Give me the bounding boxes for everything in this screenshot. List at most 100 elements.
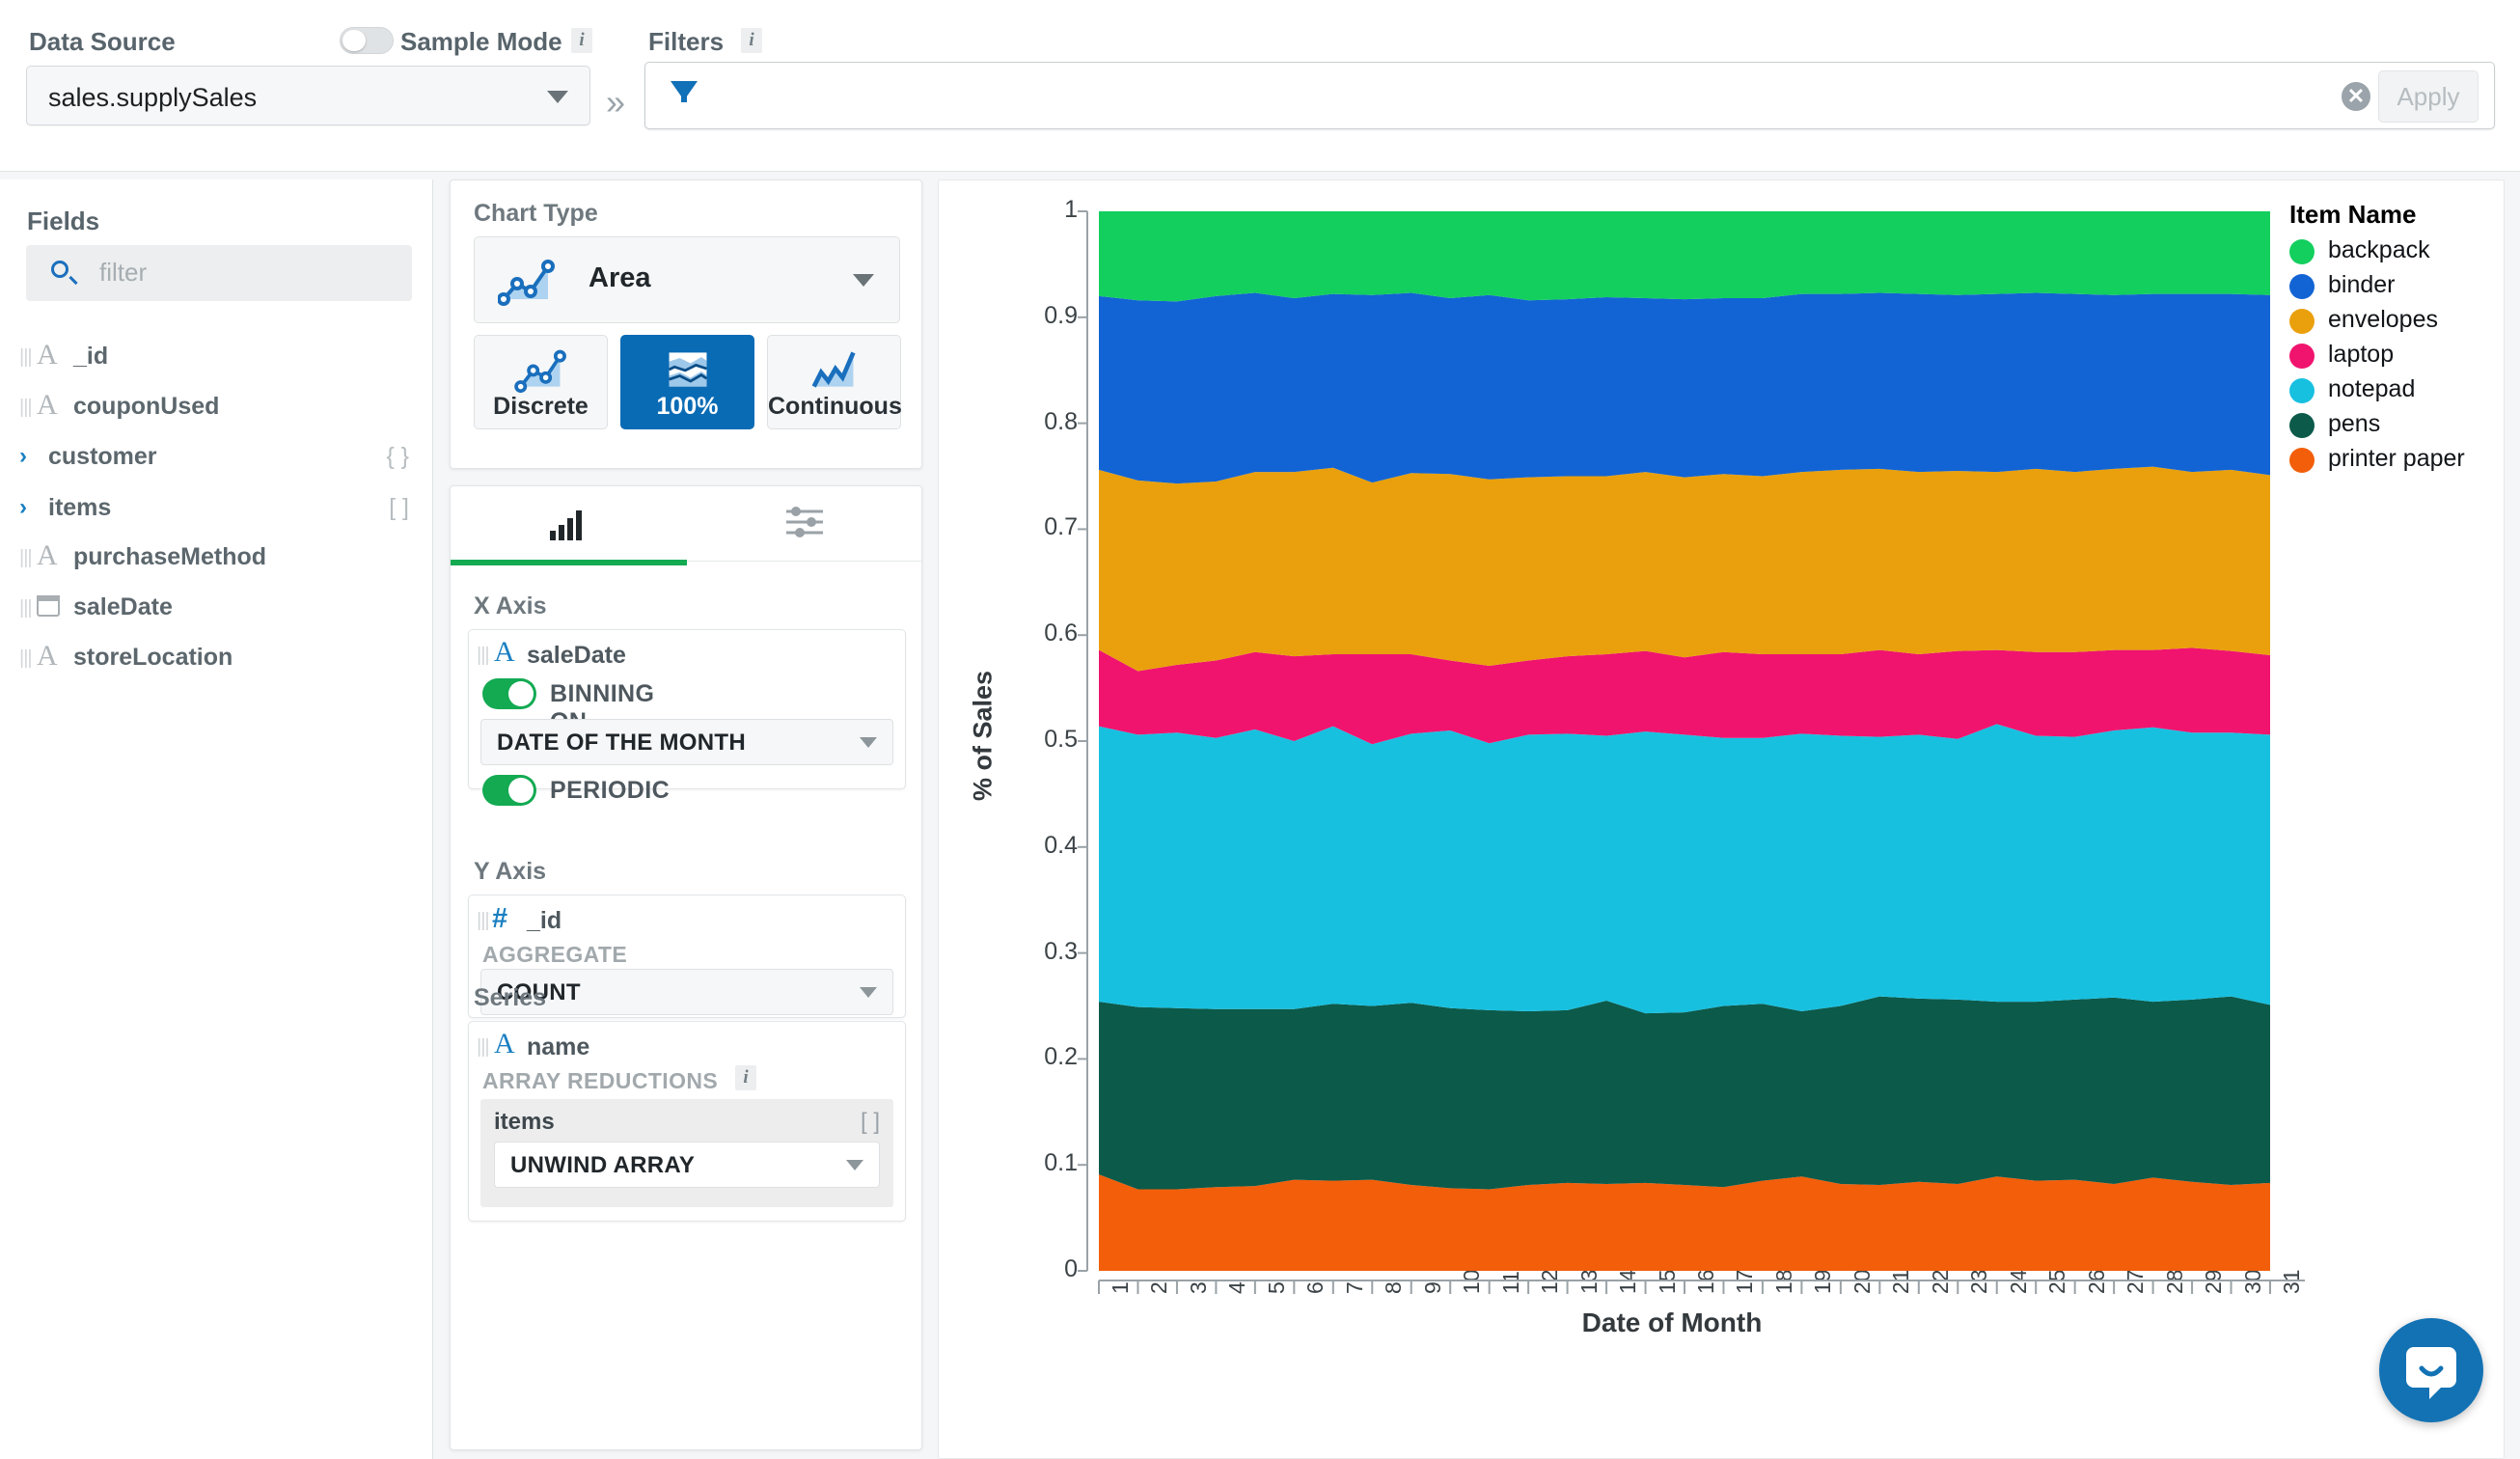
text-type-icon: A bbox=[37, 640, 58, 673]
field-label: _id bbox=[73, 343, 108, 371]
stacked-100-icon bbox=[660, 345, 716, 394]
field-item-saleDate[interactable]: ||| saleDate bbox=[19, 592, 415, 625]
y-axis-field-name: _id bbox=[527, 907, 562, 935]
chart-plot-area: % of Sales Date of Month 00.10.20.30.40.… bbox=[939, 180, 2506, 1459]
legend-label: envelopes bbox=[2328, 306, 2438, 334]
fields-panel: Fields filter |||A_id|||AcouponUsed›cust… bbox=[0, 179, 433, 1459]
field-filter-input[interactable]: filter bbox=[26, 245, 412, 301]
binning-unit-select[interactable]: DATE OF THE MONTH bbox=[480, 719, 893, 765]
data-source-label: Data Source bbox=[29, 27, 176, 57]
area-chart-icon bbox=[498, 255, 558, 307]
legend-color-swatch bbox=[2289, 413, 2315, 438]
chart-variant-continuous[interactable]: Continuous bbox=[767, 335, 901, 429]
array-reductions-label: ARRAY REDUCTIONS bbox=[482, 1068, 718, 1094]
drag-handle-icon[interactable]: ||| bbox=[477, 1036, 488, 1058]
chart-variant-100-percent-label: 100% bbox=[621, 393, 753, 421]
series-slot[interactable]: ||| A name ARRAY REDUCTIONS i items [ ] … bbox=[468, 1021, 906, 1222]
area-band-envelopes bbox=[1099, 467, 2270, 672]
chart-type-heading: Chart Type bbox=[474, 200, 598, 228]
sample-mode-toggle[interactable] bbox=[340, 27, 394, 54]
chat-bubble-icon bbox=[2379, 1318, 2483, 1422]
legend-color-swatch bbox=[2289, 344, 2315, 369]
periodic-toggle[interactable] bbox=[482, 775, 536, 806]
field-label: customer bbox=[48, 443, 157, 471]
chart-variant-discrete[interactable]: Discrete bbox=[474, 335, 608, 429]
text-type-icon: A bbox=[494, 636, 515, 669]
chart-variant-discrete-label: Discrete bbox=[475, 393, 607, 421]
field-item-items[interactable]: ›items[ ] bbox=[19, 493, 415, 526]
area-band-printer-paper bbox=[1099, 1174, 2270, 1271]
chevron-right-icon[interactable]: › bbox=[19, 443, 27, 470]
top-toolbar: Data Source Sample Mode i sales.supplySa… bbox=[0, 0, 2520, 172]
stacked-area-chart bbox=[939, 180, 2506, 1459]
text-type-icon: A bbox=[37, 539, 58, 572]
binning-toggle[interactable] bbox=[482, 678, 536, 709]
chart-preview-panel: Percentage of Items Sold per Date of Mon… bbox=[938, 179, 2505, 1459]
field-item-storeLocation[interactable]: |||AstoreLocation bbox=[19, 643, 415, 675]
nested-field-name: items bbox=[494, 1109, 555, 1136]
area-band-laptop bbox=[1099, 647, 2270, 744]
calendar-icon bbox=[37, 595, 60, 617]
field-label: saleDate bbox=[73, 593, 173, 621]
chart-variant-continuous-label: Continuous bbox=[768, 393, 900, 421]
chat-launcher-button[interactable] bbox=[2379, 1318, 2483, 1422]
field-label: couponUsed bbox=[73, 393, 219, 421]
area-band-backpack bbox=[1099, 211, 2270, 301]
filters-info-icon[interactable]: i bbox=[741, 28, 762, 53]
chart-variant-100-percent[interactable]: 100% bbox=[620, 335, 754, 429]
search-icon bbox=[51, 261, 68, 278]
filters-label: Filters bbox=[648, 27, 724, 57]
legend-color-swatch bbox=[2289, 448, 2315, 473]
field-item-couponUsed[interactable]: |||AcouponUsed bbox=[19, 392, 415, 425]
chevron-right-icon[interactable]: › bbox=[19, 494, 27, 521]
chevron-down-icon bbox=[860, 737, 877, 748]
filters-input[interactable]: ✕ Apply bbox=[644, 62, 2495, 129]
chart-type-select[interactable]: Area bbox=[474, 236, 900, 323]
field-label: items bbox=[48, 494, 111, 522]
drag-handle-icon[interactable]: ||| bbox=[477, 645, 488, 666]
drag-handle-icon[interactable]: ||| bbox=[477, 910, 488, 931]
tab-encode[interactable] bbox=[451, 486, 687, 562]
drag-handle-icon[interactable]: ||| bbox=[19, 397, 31, 418]
field-item-customer[interactable]: ›customer{ } bbox=[19, 442, 415, 475]
drag-handle-icon[interactable]: ||| bbox=[19, 346, 31, 368]
legend-label: binder bbox=[2328, 271, 2396, 299]
continuous-area-icon bbox=[807, 345, 863, 394]
x-axis-field-name: saleDate bbox=[527, 642, 626, 670]
toggle-knob bbox=[508, 778, 534, 803]
chart-config-panel: Chart Type Area bbox=[450, 179, 922, 1459]
drag-handle-icon[interactable]: ||| bbox=[19, 597, 31, 619]
expand-chevron-icon[interactable]: » bbox=[606, 85, 625, 120]
encoding-card: X Axis ||| A saleDate BINNING ON DATE OF… bbox=[450, 485, 922, 1450]
drag-handle-icon[interactable]: ||| bbox=[19, 647, 31, 669]
chevron-down-icon bbox=[846, 1160, 863, 1170]
sliders-icon bbox=[784, 504, 827, 540]
array-type-icon: [ ] bbox=[861, 1109, 880, 1136]
legend-label: notepad bbox=[2328, 375, 2415, 403]
array-reductions-info-icon[interactable]: i bbox=[735, 1065, 756, 1090]
legend-label: pens bbox=[2328, 410, 2380, 438]
clear-circle-icon[interactable]: ✕ bbox=[2342, 82, 2370, 111]
legend-label: printer paper bbox=[2328, 445, 2465, 473]
apply-button[interactable]: Apply bbox=[2378, 70, 2479, 123]
toggle-knob bbox=[342, 30, 366, 51]
array-reduction-select[interactable]: UNWIND ARRAY bbox=[494, 1142, 880, 1188]
legend-color-swatch bbox=[2289, 378, 2315, 403]
legend-color-swatch bbox=[2289, 274, 2315, 299]
field-filter-placeholder: filter bbox=[99, 258, 147, 288]
discrete-area-icon bbox=[513, 345, 569, 394]
chevron-down-icon bbox=[853, 274, 874, 287]
chevron-down-icon bbox=[547, 91, 568, 103]
binning-unit-value: DATE OF THE MONTH bbox=[497, 730, 746, 757]
drag-handle-icon[interactable]: ||| bbox=[19, 547, 31, 568]
sample-mode-info-icon[interactable]: i bbox=[571, 28, 592, 53]
legend-title: Item Name bbox=[2289, 200, 2417, 230]
field-item-_id[interactable]: |||A_id bbox=[19, 342, 415, 374]
field-item-purchaseMethod[interactable]: |||ApurchaseMethod bbox=[19, 542, 415, 575]
periodic-label: PERIODIC bbox=[550, 777, 670, 805]
series-field-name: name bbox=[527, 1033, 589, 1061]
data-source-select[interactable]: sales.supplySales bbox=[26, 66, 590, 125]
tab-customize[interactable] bbox=[687, 486, 923, 562]
x-axis-slot[interactable]: ||| A saleDate BINNING ON DATE OF THE MO… bbox=[468, 629, 906, 789]
legend-color-swatch bbox=[2289, 309, 2315, 334]
